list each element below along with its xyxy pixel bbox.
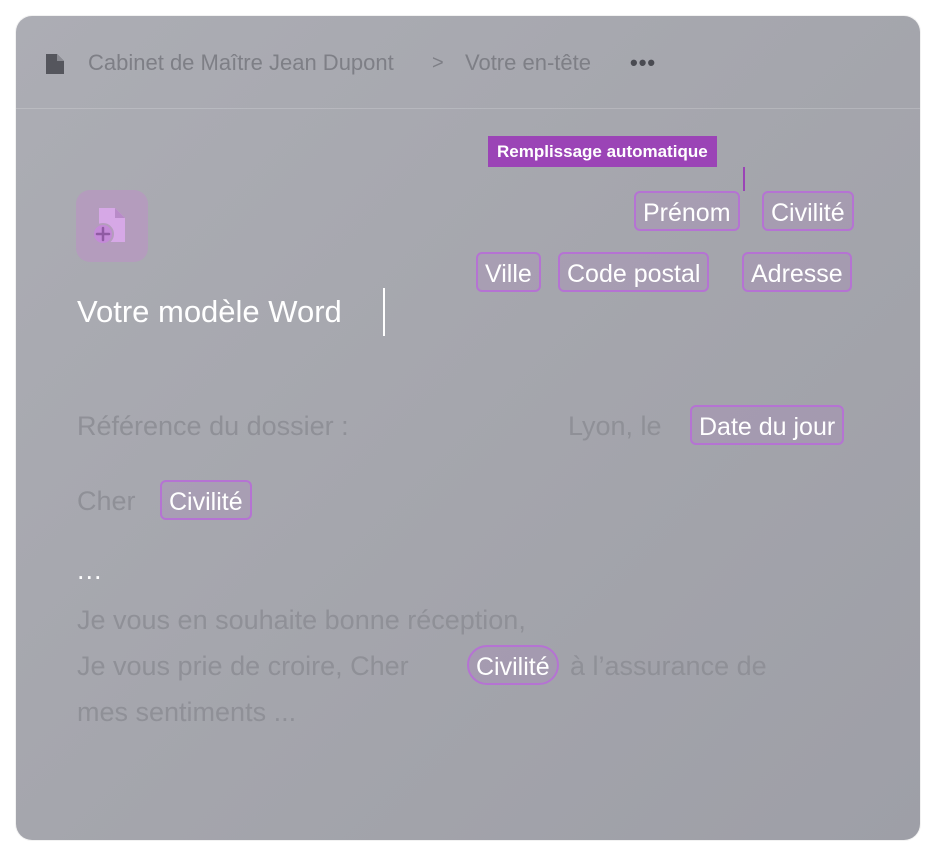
place-label: Lyon, le	[568, 411, 662, 441]
text-cursor	[383, 288, 385, 336]
closing-line-3: mes sentiments ...	[77, 697, 297, 727]
add-document-icon	[76, 190, 148, 262]
template-title[interactable]: Votre modèle Word	[77, 292, 342, 332]
ellipsis-text: ...	[77, 555, 103, 585]
tag-adresse[interactable]: Adresse	[742, 252, 852, 292]
greeting-text: Cher	[77, 486, 136, 516]
breadcrumb-item-header[interactable]: Votre en-tête	[465, 49, 591, 77]
tag-date-du-jour[interactable]: Date du jour	[690, 405, 845, 445]
autofill-connector	[743, 167, 745, 191]
reference-label: Référence du dossier :	[77, 411, 349, 441]
tag-civilite[interactable]: Civilité	[762, 191, 854, 231]
tag-code-postal[interactable]: Code postal	[558, 252, 710, 292]
tag-ville[interactable]: Ville	[476, 252, 541, 292]
tag-civilite-closing[interactable]: Civilité	[467, 645, 559, 685]
tag-civilite-greeting[interactable]: Civilité	[160, 480, 252, 520]
closing-line-2-after: à l’assurance de	[570, 651, 767, 681]
document-icon	[44, 52, 66, 76]
chevron-right-icon: >	[432, 52, 444, 74]
template-editor-card: Cabinet de Maître Jean Dupont > Votre en…	[16, 16, 920, 840]
breadcrumb-item-cabinet[interactable]: Cabinet de Maître Jean Dupont	[88, 49, 394, 77]
tag-prenom[interactable]: Prénom	[634, 191, 740, 231]
closing-line-1: Je vous en souhaite bonne réception,	[77, 605, 526, 635]
more-horizontal-icon[interactable]: •••	[630, 52, 660, 74]
breadcrumb-bar: Cabinet de Maître Jean Dupont > Votre en…	[16, 16, 920, 109]
autofill-label: Remplissage automatique	[488, 136, 717, 167]
closing-line-2-before: Je vous prie de croire, Cher	[77, 651, 409, 681]
